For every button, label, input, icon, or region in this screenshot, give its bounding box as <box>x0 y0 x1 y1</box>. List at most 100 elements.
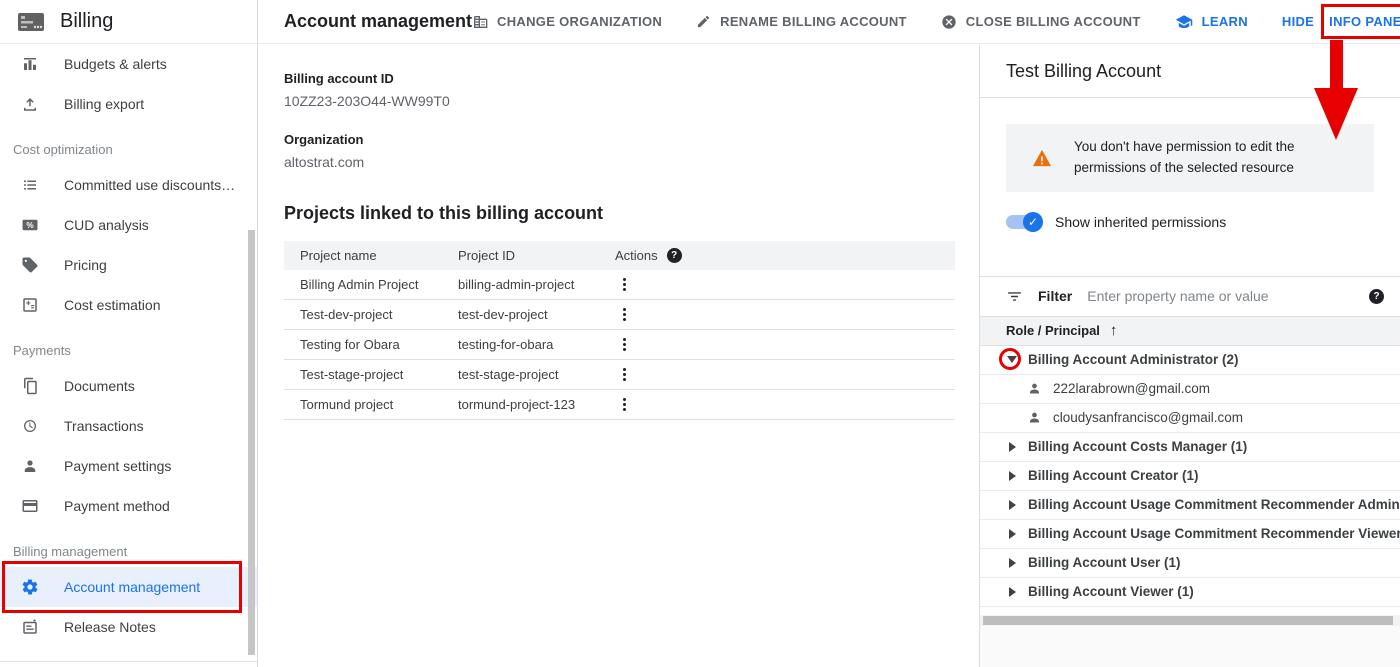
billing-export-icon <box>21 95 39 113</box>
project-name: Testing for Obara <box>300 337 458 352</box>
expand-caret-icon[interactable] <box>1007 587 1017 597</box>
release-notes-icon <box>21 618 39 636</box>
budgets-alerts-icon <box>21 55 39 73</box>
role-row-costs-manager[interactable]: Billing Account Costs Manager (1) <box>980 433 1400 462</box>
sidebar-item-payment-settings[interactable]: Payment settings <box>0 446 257 486</box>
show-inherited-permissions-toggle[interactable]: ✓ <box>1006 215 1040 229</box>
annotation-box-info-panel: INFO PANEL <box>1321 4 1400 39</box>
expand-caret-icon[interactable] <box>1007 500 1017 510</box>
more-actions-icon[interactable] <box>615 304 955 325</box>
sidebar-divider <box>0 661 257 662</box>
project-name: Test-dev-project <box>300 307 458 322</box>
inherited-permissions-toggle-row: ✓ Show inherited permissions <box>1006 214 1400 230</box>
page-title: Account management <box>284 11 472 32</box>
billing-account-id-field: Billing account ID 10ZZ23-203O44-WW99T0 <box>284 71 978 109</box>
role-row-recommender-admin[interactable]: Billing Account Usage Commitment Recomme… <box>980 491 1400 520</box>
role-row-viewer[interactable]: Billing Account Viewer (1) <box>980 578 1400 607</box>
documents-icon <box>21 377 39 395</box>
expand-caret-icon[interactable] <box>1007 529 1017 539</box>
organization-icon <box>472 14 488 30</box>
svg-text:%: % <box>26 221 34 230</box>
topbar-actions: CHANGE ORGANIZATION RENAME BILLING ACCOU… <box>472 12 1400 31</box>
main-content: Billing account ID 10ZZ23-203O44-WW99T0 … <box>259 45 978 667</box>
payment-method-icon <box>21 497 39 515</box>
sort-ascending-icon: ↑ <box>1110 322 1118 339</box>
sidebar-scrollbar[interactable] <box>248 230 255 655</box>
sidebar-item-pricing[interactable]: Pricing <box>0 245 257 285</box>
change-organization-button[interactable]: CHANGE ORGANIZATION <box>472 14 662 30</box>
transactions-icon <box>21 417 39 435</box>
expand-caret-icon[interactable] <box>1007 471 1017 481</box>
projects-table: Project name Project ID Actions ? Billin… <box>284 241 955 420</box>
sidebar: Billing Budgets & alerts Billing export … <box>0 0 258 667</box>
expand-caret-icon[interactable] <box>1007 442 1017 452</box>
project-name: Billing Admin Project <box>300 277 458 292</box>
close-billing-account-button[interactable]: CLOSE BILLING ACCOUNT <box>941 14 1141 30</box>
member-email: cloudysanfrancisco@gmail.com <box>1053 410 1243 425</box>
learn-icon <box>1175 13 1193 31</box>
role-principal-header[interactable]: Role / Principal ↑ <box>980 316 1400 346</box>
sidebar-item-account-management[interactable]: Account management <box>0 567 257 607</box>
project-name: Tormund project <box>300 397 458 412</box>
billing-card-icon <box>17 11 45 33</box>
filter-icon <box>1006 288 1023 305</box>
warning-icon <box>1032 149 1052 167</box>
sidebar-item-billing-export[interactable]: Billing export <box>0 84 257 124</box>
pricing-icon <box>21 256 39 274</box>
toggle-check-icon: ✓ <box>1023 212 1043 232</box>
table-row: Testing for Obara testing-for-obara <box>284 330 955 360</box>
sidebar-item-committed-use-discounts[interactable]: Committed use discounts… <box>0 165 257 205</box>
learn-button[interactable]: LEARN <box>1175 13 1248 31</box>
rename-billing-account-button[interactable]: RENAME BILLING ACCOUNT <box>696 14 907 29</box>
table-row: Billing Admin Project billing-admin-proj… <box>284 270 955 300</box>
role-row-billing-account-administrator[interactable]: Billing Account Administrator (2) <box>980 346 1400 375</box>
project-id: test-stage-project <box>458 367 615 382</box>
topbar: Account management CHANGE ORGANIZATION R… <box>259 0 1400 44</box>
project-id: test-dev-project <box>458 307 615 322</box>
sidebar-item-budgets-alerts[interactable]: Budgets & alerts <box>0 44 257 84</box>
sidebar-item-cost-estimation[interactable]: Cost estimation <box>0 285 257 325</box>
sidebar-nav: Budgets & alerts Billing export Cost opt… <box>0 44 257 662</box>
horizontal-scrollbar <box>980 615 1400 626</box>
project-id: tormund-project-123 <box>458 397 615 412</box>
more-actions-icon[interactable] <box>615 394 955 415</box>
cost-estimation-icon <box>21 296 39 314</box>
hide-info-panel-button[interactable]: HIDE INFO PANEL <box>1282 12 1400 31</box>
more-actions-icon[interactable] <box>615 334 955 355</box>
more-actions-icon[interactable] <box>615 364 955 385</box>
table-row: Test-dev-project test-dev-project <box>284 300 955 330</box>
sidebar-item-transactions[interactable]: Transactions <box>0 406 257 446</box>
projects-table-header: Project name Project ID Actions ? <box>284 241 955 270</box>
horizontal-scrollbar-thumb[interactable] <box>983 616 1393 625</box>
role-row-user[interactable]: Billing Account User (1) <box>980 549 1400 578</box>
projects-section-title: Projects linked to this billing account <box>284 203 978 224</box>
more-actions-icon[interactable] <box>615 274 955 295</box>
sidebar-item-payment-method[interactable]: Payment method <box>0 486 257 526</box>
filter-input[interactable] <box>1087 288 1354 304</box>
organization-field: Organization altostrat.com <box>284 132 978 170</box>
sidebar-header: Billing <box>0 0 257 44</box>
expand-caret-icon[interactable] <box>1007 558 1017 568</box>
role-row-recommender-viewer[interactable]: Billing Account Usage Commitment Recomme… <box>980 520 1400 549</box>
collapse-caret-icon[interactable] <box>1007 355 1017 365</box>
account-management-icon <box>21 578 39 596</box>
filter-help-icon[interactable]: ? <box>1369 289 1384 304</box>
billing-account-id-value: 10ZZ23-203O44-WW99T0 <box>284 93 978 109</box>
sidebar-item-release-notes[interactable]: Release Notes <box>0 607 257 647</box>
committed-use-discounts-icon <box>21 176 39 194</box>
payment-settings-icon <box>21 457 39 475</box>
table-row: Tormund project tormund-project-123 <box>284 390 955 420</box>
project-name: Test-stage-project <box>300 367 458 382</box>
role-row-creator[interactable]: Billing Account Creator (1) <box>980 462 1400 491</box>
member-row: cloudysanfrancisco@gmail.com <box>980 404 1400 433</box>
actions-help-icon[interactable]: ? <box>667 248 682 263</box>
filter-row: Filter ? <box>980 277 1400 316</box>
sidebar-item-documents[interactable]: Documents <box>0 366 257 406</box>
section-cost-optimization: Cost optimization <box>0 124 257 165</box>
section-payments: Payments <box>0 325 257 366</box>
project-id: testing-for-obara <box>458 337 615 352</box>
cud-analysis-icon: % <box>21 216 39 234</box>
sidebar-item-cud-analysis[interactable]: % CUD analysis <box>0 205 257 245</box>
person-icon <box>1027 410 1042 425</box>
table-row: Test-stage-project test-stage-project <box>284 360 955 390</box>
